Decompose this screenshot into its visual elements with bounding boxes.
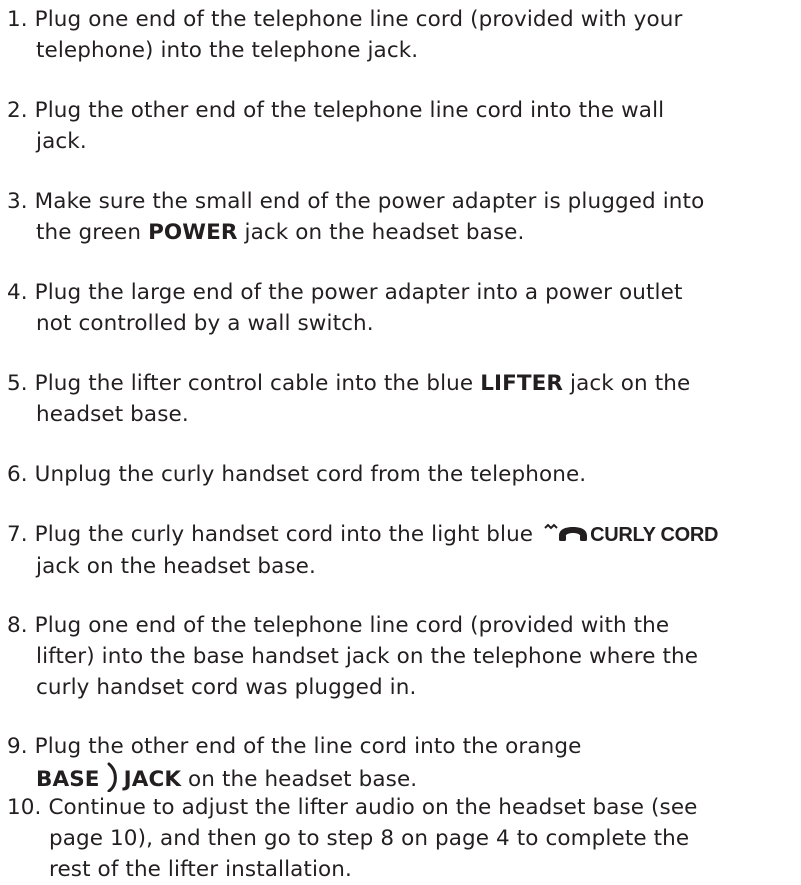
step-2-line-2: jack.: [36, 129, 87, 154]
step-6-line-1: 6. Unplug the curly handset cord from th…: [7, 459, 586, 490]
step-5: 5. Plug the lifter control cable into th…: [7, 368, 690, 430]
step-number: 4.: [7, 280, 28, 305]
step-8: 8. Plug one end of the telephone line co…: [7, 610, 698, 703]
step-1-line-1: 1. Plug one end of the telephone line co…: [7, 4, 682, 35]
step-1: 1. Plug one end of the telephone line co…: [7, 4, 682, 66]
step-number: 5.: [7, 371, 28, 396]
power-jack-label: POWER: [148, 220, 238, 245]
step-2: 2. Plug the other end of the telephone l…: [7, 95, 664, 157]
step-3: 3. Make sure the small end of the power …: [7, 186, 704, 248]
step-8-line-1: 8. Plug one end of the telephone line co…: [7, 610, 698, 641]
step-8-line-3: curly handset cord was plugged in.: [36, 675, 417, 700]
step-7: 7. Plug the curly handset cord into the …: [7, 519, 719, 582]
step-number: 7.: [7, 522, 28, 547]
step-number: 2.: [7, 98, 28, 123]
step-5-line-1: 5. Plug the lifter control cable into th…: [7, 368, 690, 399]
step-number: 8.: [7, 613, 28, 638]
step-10: 10. Continue to adjust the lifter audio …: [7, 792, 697, 885]
step-9-line-2: BASE JACK on the headset base.: [7, 762, 581, 795]
step-text: Plug the large end of the power adapter …: [34, 280, 683, 305]
step-number: 3.: [7, 189, 28, 214]
step-text: Plug one end of the telephone line cord …: [34, 7, 683, 32]
step-6: 6. Unplug the curly handset cord from th…: [7, 459, 586, 490]
step-text: on the headset base.: [181, 767, 418, 792]
step-text: Plug the lifter control cable into the b…: [34, 371, 481, 396]
curly-cord-jack-label: CURLY CORD: [590, 524, 719, 546]
step-text: Make sure the small end of the power ada…: [34, 189, 705, 214]
step-8-line-2: lifter) into the base handset jack on th…: [36, 644, 699, 669]
step-number: 6.: [7, 462, 28, 487]
step-7-line-2: jack on the headset base.: [36, 554, 316, 579]
step-number: 9.: [7, 734, 28, 759]
step-7-line-1: 7. Plug the curly handset cord into the …: [7, 519, 719, 551]
step-1-line-2: telephone) into the telephone jack.: [36, 38, 419, 63]
step-3-line-1: 3. Make sure the small end of the power …: [7, 186, 704, 217]
base-jack-icon: [107, 762, 117, 792]
step-4-line-1: 4. Plug the large end of the power adapt…: [7, 277, 682, 308]
base-jack-label-jack: JACK: [123, 767, 182, 792]
curly-handset-icon: [544, 523, 588, 541]
base-jack-label-base: BASE: [36, 767, 100, 792]
step-text: Continue to adjust the lifter audio on t…: [48, 795, 698, 820]
step-text: the green: [36, 220, 149, 245]
step-number: 1.: [7, 7, 28, 32]
step-number: 10.: [7, 795, 42, 820]
step-text: Plug the other end of the telephone line…: [34, 98, 665, 123]
step-text: Plug the other end of the line cord into…: [34, 734, 582, 759]
step-10-line-3: rest of the lifter installation.: [49, 857, 352, 882]
step-4: 4. Plug the large end of the power adapt…: [7, 277, 682, 339]
step-text: Unplug the curly handset cord from the t…: [34, 462, 587, 487]
step-10-line-2: page 10), and then go to step 8 on page …: [49, 826, 690, 851]
lifter-jack-label: LIFTER: [480, 371, 564, 396]
step-10-line-1: 10. Continue to adjust the lifter audio …: [7, 792, 697, 823]
step-text: Plug the curly handset cord into the lig…: [34, 522, 541, 547]
step-2-line-1: 2. Plug the other end of the telephone l…: [7, 95, 664, 126]
step-3-line-2: the green POWER jack on the headset base…: [7, 217, 704, 248]
step-9: 9. Plug the other end of the line cord i…: [7, 731, 581, 795]
step-text: jack on the headset base.: [237, 220, 525, 245]
step-text: Plug one end of the telephone line cord …: [34, 613, 670, 638]
step-9-line-1: 9. Plug the other end of the line cord i…: [7, 731, 581, 762]
step-4-line-2: not controlled by a wall switch.: [36, 311, 374, 336]
step-5-line-2: headset base.: [36, 402, 189, 427]
step-text: jack on the: [563, 371, 691, 396]
